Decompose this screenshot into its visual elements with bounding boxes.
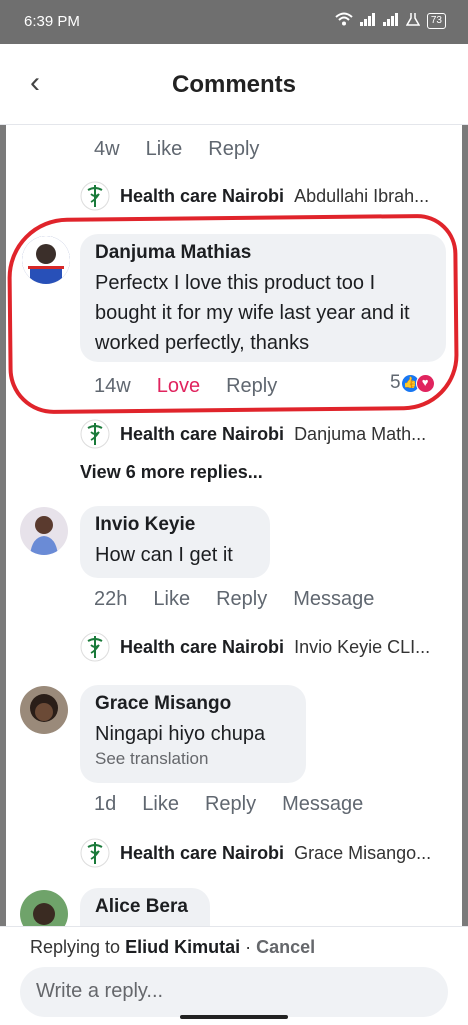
reply-snippet: Abdullahi Ibrah... <box>294 185 430 206</box>
reply-input[interactable]: Write a reply... <box>20 967 448 1017</box>
signal-icon-2 <box>382 12 399 29</box>
separator: · <box>245 937 252 957</box>
reply-button[interactable]: Reply <box>208 138 259 161</box>
caduceus-logo-icon <box>80 419 110 449</box>
signal-icon <box>359 12 376 29</box>
page-reply-row[interactable]: Health care Nairobi Invio Keyie CLI... <box>80 632 460 662</box>
reply-button[interactable]: Reply <box>205 793 256 816</box>
comment-bubble[interactable]: Grace Misango Ningapi hiyo chupa See tra… <box>80 685 306 783</box>
like-button[interactable]: Like <box>146 138 183 161</box>
reply-button[interactable]: Reply <box>216 588 267 611</box>
message-button[interactable]: Message <box>282 793 363 816</box>
like-button[interactable]: Like <box>142 793 179 816</box>
reply-snippet: Danjuma Math... <box>294 423 427 444</box>
view-more-replies-link[interactable]: View 6 more replies... <box>80 462 263 483</box>
reply-snippet: Invio Keyie CLI... <box>294 636 431 657</box>
status-bar: 6:39 PM 73 <box>0 0 468 44</box>
comment-author[interactable]: Invio Keyie <box>95 514 255 536</box>
caduceus-logo-icon <box>80 838 110 868</box>
status-time: 6:39 PM <box>24 13 80 30</box>
page-name: Health care Nairobi <box>120 185 285 206</box>
comment-meta-top: 4w Like Reply <box>94 138 285 161</box>
comment-author[interactable]: Grace Misango <box>95 693 291 715</box>
like-button[interactable]: Like <box>153 588 190 611</box>
caduceus-logo-icon <box>80 632 110 662</box>
flask-icon <box>405 12 421 29</box>
page-reply-row[interactable]: Health care Nairobi Danjuma Math... <box>80 419 460 449</box>
page-name: Health care Nairobi <box>120 842 285 863</box>
status-icons: 73 <box>335 12 446 29</box>
page-name: Health care Nairobi <box>120 636 285 657</box>
wifi-icon <box>335 12 353 29</box>
home-indicator <box>180 1015 288 1019</box>
comment-text: Ningapi hiyo chupa <box>95 723 266 745</box>
battery-icon: 73 <box>426 12 446 29</box>
cancel-reply-button[interactable]: Cancel <box>256 937 315 957</box>
page-name: Health care Nairobi <box>120 423 285 444</box>
comment-time: 1d <box>94 793 117 815</box>
replying-name: Eliud Kimutai <box>125 937 241 957</box>
avatar[interactable] <box>20 507 68 555</box>
reply-composer: Replying to Eliud Kimutai · Cancel Write… <box>0 926 468 1025</box>
comment-text: How can I get it <box>95 544 233 566</box>
page-reply-row[interactable]: Health care Nairobi Grace Misango... <box>80 838 460 868</box>
caduceus-logo-icon <box>80 181 110 211</box>
red-highlight-annotation <box>6 213 460 415</box>
comment-time: 4w <box>94 138 120 160</box>
header: ‹ Comments <box>0 44 468 125</box>
avatar[interactable] <box>20 686 68 734</box>
reply-snippet: Grace Misango... <box>294 842 432 863</box>
see-translation-link[interactable]: See translation <box>95 749 291 769</box>
comment-bubble[interactable]: Invio Keyie How can I get it <box>80 506 270 578</box>
page-reply-row[interactable]: Health care Nairobi Abdullahi Ibrah... <box>80 181 460 211</box>
comment-time: 22h <box>94 588 128 610</box>
page-title: Comments <box>171 71 297 98</box>
message-button[interactable]: Message <box>293 588 374 611</box>
comment-meta: 22h Like Reply Message <box>94 588 400 611</box>
comment-meta: 1d Like Reply Message <box>94 793 389 816</box>
left-frame <box>0 44 6 1024</box>
right-frame <box>462 44 468 1024</box>
replying-prefix: Replying to <box>30 937 121 957</box>
replying-to-label: Replying to Eliud Kimutai · Cancel <box>30 937 315 958</box>
comment-author[interactable]: Alice Bera <box>95 896 195 918</box>
